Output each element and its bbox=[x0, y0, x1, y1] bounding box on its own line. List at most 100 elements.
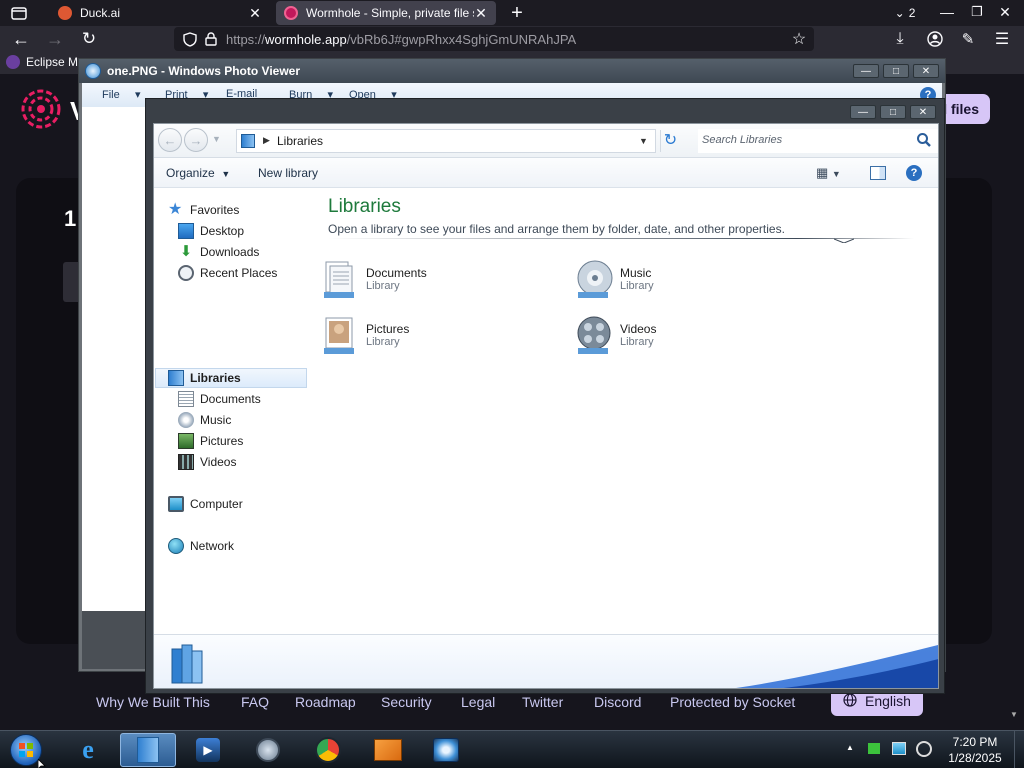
wormhole-logo-icon[interactable] bbox=[20, 88, 62, 130]
taskbar-photo-viewer[interactable] bbox=[418, 733, 474, 767]
bookmark-star-icon[interactable]: ☆ bbox=[790, 30, 808, 48]
breadcrumb-libraries[interactable]: Libraries bbox=[277, 134, 323, 148]
lock-icon[interactable] bbox=[204, 31, 218, 47]
bookmark-item[interactable]: Eclipse M... bbox=[6, 55, 88, 69]
back-arrow-icon[interactable]: ← bbox=[158, 128, 182, 152]
tab-list-button[interactable]: ⌄ 2 bbox=[888, 4, 922, 22]
search-placeholder: Search Libraries bbox=[702, 134, 783, 146]
footer-link-twitter[interactable]: Twitter bbox=[522, 694, 563, 710]
nav-label: Desktop bbox=[200, 224, 245, 238]
menu-icon[interactable]: ☰ bbox=[992, 29, 1012, 49]
nav-recent-places[interactable]: Recent Places bbox=[178, 263, 277, 283]
library-documents[interactable]: Documents Library bbox=[320, 258, 550, 306]
network-tray-icon[interactable] bbox=[892, 742, 906, 755]
search-input[interactable]: Search Libraries bbox=[698, 129, 938, 153]
close-icon[interactable]: ✕ bbox=[910, 105, 936, 119]
url-bar[interactable]: https://wormhole.app/vbRb6J#gwpRhxx4Sghj… bbox=[174, 27, 814, 51]
new-tab-button[interactable]: + bbox=[506, 2, 528, 24]
maximize-icon[interactable]: □ bbox=[883, 64, 909, 78]
forward-arrow-icon[interactable]: → bbox=[184, 128, 208, 152]
minimize-icon[interactable]: — bbox=[853, 64, 879, 78]
maximize-icon[interactable]: □ bbox=[880, 105, 906, 119]
footer-link-legal[interactable]: Legal bbox=[461, 694, 495, 710]
wormhole-favicon-icon bbox=[284, 6, 298, 20]
url-path: /vbRb6J#gwpRhxx4SghjGmUNRAhJPA bbox=[346, 32, 577, 47]
taskbar-explorer[interactable] bbox=[120, 733, 176, 767]
footer-link-security[interactable]: Security bbox=[381, 694, 432, 710]
photo-viewer-controls bbox=[82, 611, 148, 669]
media-player-icon: ▶ bbox=[196, 738, 220, 762]
nav-computer[interactable]: Computer bbox=[168, 494, 243, 514]
address-bar[interactable]: ▶ Libraries ▼ bbox=[236, 129, 656, 153]
account-icon[interactable] bbox=[925, 29, 945, 49]
nav-desktop[interactable]: Desktop bbox=[178, 221, 244, 241]
nav-pictures[interactable]: Pictures bbox=[178, 431, 243, 451]
nav-downloads[interactable]: ⬇ Downloads bbox=[178, 242, 260, 262]
show-desktop-button[interactable] bbox=[1014, 731, 1024, 768]
tab-wormhole[interactable]: Wormhole - Simple, private file s ✕ bbox=[276, 1, 496, 25]
reload-icon[interactable]: ↻ bbox=[78, 29, 100, 49]
mouse-cursor-icon bbox=[37, 758, 46, 768]
back-arrow-icon[interactable]: ← bbox=[10, 29, 32, 49]
refresh-icon[interactable]: ↻ bbox=[660, 130, 680, 152]
nav-favorites[interactable]: ★ Favorites bbox=[168, 200, 239, 220]
organize-button[interactable]: Organize ▼ bbox=[166, 166, 230, 180]
nav-documents[interactable]: Documents bbox=[178, 389, 261, 409]
explorer-titlebar[interactable]: — □ ✕ bbox=[146, 99, 944, 123]
taskbar-media-player[interactable]: ▶ bbox=[180, 733, 236, 767]
libraries-icon bbox=[137, 737, 159, 763]
libraries-small-icon bbox=[241, 134, 255, 148]
pictures-icon bbox=[178, 433, 194, 449]
footer-link-socket[interactable]: Protected by Socket bbox=[670, 694, 795, 710]
recent-pages-chevron-icon[interactable]: ▼ bbox=[212, 134, 221, 144]
nav-network[interactable]: Network bbox=[168, 536, 234, 556]
footer-link-why[interactable]: Why We Built This bbox=[96, 694, 210, 710]
taskbar-chrome[interactable] bbox=[300, 733, 356, 767]
tab-close-icon[interactable]: ✕ bbox=[248, 5, 262, 22]
action-center-flag-icon[interactable] bbox=[868, 743, 880, 754]
address-dropdown-icon[interactable]: ▼ bbox=[639, 136, 648, 146]
scrollbar-down-arrow-icon[interactable]: ▼ bbox=[1010, 710, 1018, 719]
taskbar-app-6[interactable] bbox=[360, 733, 416, 767]
taskbar-app-4[interactable] bbox=[240, 733, 296, 767]
tray-clock[interactable]: 7:20 PM 1/28/2025 bbox=[944, 734, 1006, 766]
photo-area bbox=[82, 107, 148, 611]
volume-tray-icon[interactable] bbox=[916, 741, 932, 757]
footer-link-faq[interactable]: FAQ bbox=[241, 694, 269, 710]
orange-app-icon bbox=[374, 739, 402, 761]
photo-viewer-titlebar[interactable]: one.PNG - Windows Photo Viewer — □ ✕ bbox=[79, 59, 945, 83]
footer-link-discord[interactable]: Discord bbox=[594, 694, 641, 710]
show-hidden-icons-icon[interactable]: ▲ bbox=[846, 743, 854, 752]
close-icon[interactable]: ✕ bbox=[996, 3, 1014, 21]
view-options-icon[interactable]: ▦ ▼ bbox=[816, 165, 841, 181]
help-icon[interactable]: ? bbox=[906, 165, 922, 181]
restore-icon[interactable]: ❐ bbox=[968, 3, 986, 21]
recent-places-icon bbox=[178, 265, 194, 281]
library-pictures[interactable]: Pictures Library bbox=[320, 314, 550, 362]
navigation-pane: ★ Favorites Desktop ⬇ Downloads Recent P… bbox=[154, 188, 307, 672]
forward-arrow-icon[interactable]: → bbox=[44, 29, 66, 49]
search-icon[interactable] bbox=[916, 132, 932, 151]
nav-videos[interactable]: Videos bbox=[178, 452, 236, 472]
library-music[interactable]: Music Library bbox=[574, 258, 804, 306]
taskbar-internet-explorer[interactable]: e bbox=[60, 733, 116, 767]
tab-overview-icon[interactable] bbox=[10, 4, 28, 22]
library-videos[interactable]: Videos Library bbox=[574, 314, 804, 362]
footer-link-roadmap[interactable]: Roadmap bbox=[295, 694, 356, 710]
tab-close-icon[interactable]: ✕ bbox=[474, 5, 488, 22]
tab-duck-ai[interactable]: Duck.ai ✕ bbox=[50, 1, 270, 25]
downloads-icon[interactable]: ⤓ bbox=[890, 29, 910, 49]
shield-icon[interactable] bbox=[182, 31, 198, 47]
nav-libraries[interactable]: Libraries bbox=[168, 368, 241, 388]
new-library-button[interactable]: New library bbox=[258, 166, 318, 180]
breadcrumb-arrow-icon[interactable]: ▶ bbox=[263, 135, 270, 146]
minimize-icon[interactable]: — bbox=[938, 3, 956, 21]
nav-music[interactable]: Music bbox=[178, 410, 231, 430]
extensions-icon[interactable]: ✎ bbox=[958, 29, 978, 49]
minimize-icon[interactable]: — bbox=[850, 105, 876, 119]
nav-label: Libraries bbox=[190, 371, 241, 385]
close-icon[interactable]: ✕ bbox=[913, 64, 939, 78]
url-text[interactable]: https://wormhole.app/vbRb6J#gwpRhxx4Sghj… bbox=[226, 32, 576, 47]
preview-pane-icon[interactable] bbox=[870, 166, 886, 180]
menu-file[interactable]: File ▾ bbox=[102, 88, 141, 101]
